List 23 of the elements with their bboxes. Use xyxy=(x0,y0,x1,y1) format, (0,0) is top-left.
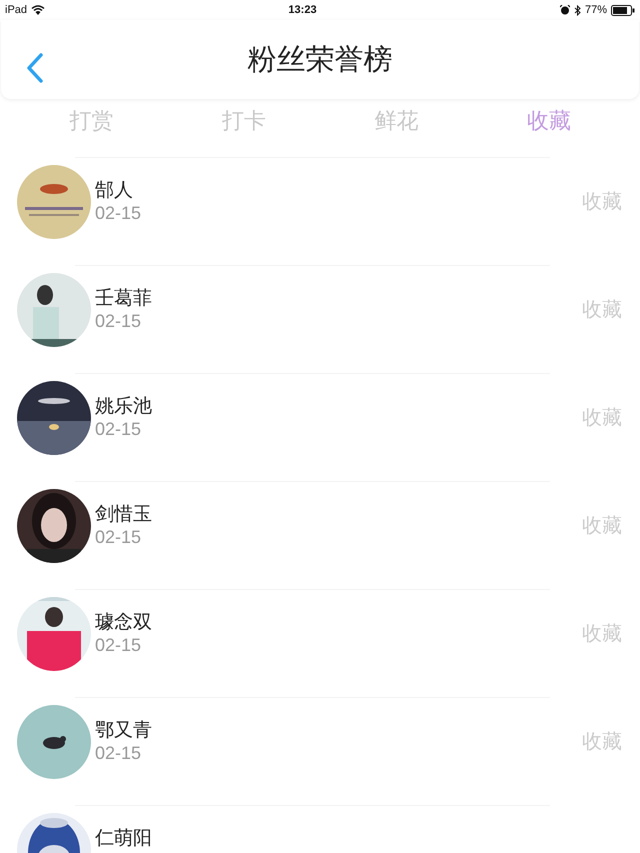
wifi-icon xyxy=(31,5,46,15)
fan-date: 02-15 xyxy=(95,742,142,764)
battery-icon xyxy=(610,4,635,16)
battery-percent: 77% xyxy=(584,4,607,16)
fan-name: 璩念双 xyxy=(95,610,153,634)
fan-date: 02-15 xyxy=(95,202,142,224)
fan-name: 鄂又青 xyxy=(95,718,153,742)
fan-date: 02-15 xyxy=(95,526,142,548)
page-title: 粉丝荣誉榜 xyxy=(248,40,392,78)
fan-name: 姚乐池 xyxy=(95,394,153,418)
fan-name: 仁萌阳 xyxy=(95,826,153,850)
device-name: iPad xyxy=(5,4,28,16)
fan-date: 02-15 xyxy=(95,634,142,656)
status-time: 13:23 xyxy=(288,4,317,16)
bluetooth-icon xyxy=(574,4,581,16)
alarm-clock-icon xyxy=(560,5,570,15)
fan-name: 郜人 xyxy=(95,178,134,202)
tab[interactable]: 收藏 xyxy=(472,106,625,136)
fan-date: 02-15 xyxy=(95,418,142,440)
fan-name: 剑惜玉 xyxy=(95,502,153,526)
back-icon[interactable] xyxy=(26,53,44,83)
fan-name: 壬葛菲 xyxy=(95,286,153,310)
fan-date: 02-15 xyxy=(95,310,142,332)
